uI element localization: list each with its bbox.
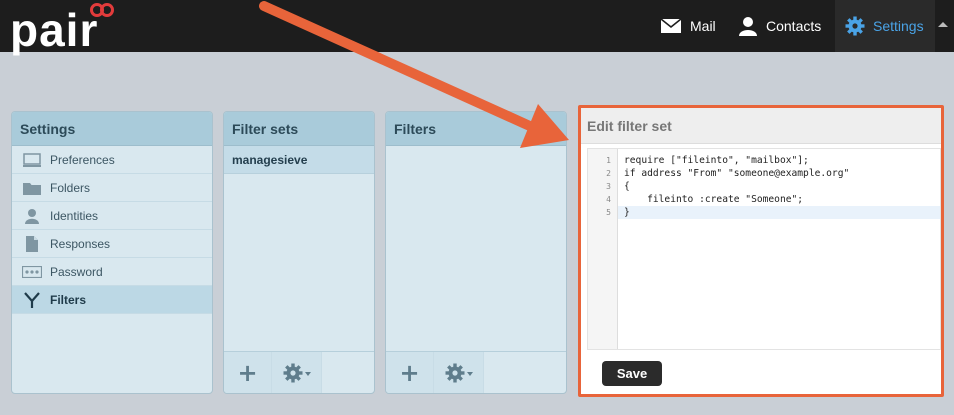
nav-contacts[interactable]: Contacts	[728, 0, 831, 52]
filter-actions-button[interactable]	[434, 352, 484, 393]
code-line: require ["fileinto", "mailbox"];	[624, 155, 809, 166]
settings-item-responses[interactable]: Responses	[12, 230, 212, 258]
settings-item-label: Responses	[50, 236, 111, 251]
gear-icon	[445, 363, 464, 383]
caret-up-icon[interactable]	[938, 22, 948, 27]
logo-text: pair	[10, 4, 99, 56]
document-icon	[22, 235, 42, 252]
nav-contacts-label: Contacts	[766, 18, 822, 34]
add-filter-button[interactable]: +	[386, 352, 434, 393]
settings-item-preferences[interactable]: Preferences	[12, 146, 212, 174]
code-line-active: }	[618, 206, 940, 219]
gear-icon	[283, 363, 302, 383]
filter-sets-panel-title: Filter sets	[224, 112, 374, 146]
person-icon	[22, 208, 42, 224]
settings-item-password[interactable]: Password	[12, 258, 212, 286]
top-bar: pair Mail Contacts Settings	[0, 0, 954, 56]
settings-panel: Settings Preferences Folders Identities …	[11, 111, 213, 394]
settings-item-label: Folders	[50, 180, 91, 195]
code-line: if address "From" "someone@example.org"	[624, 168, 850, 179]
filter-icon	[22, 291, 42, 308]
chevron-down-icon	[466, 372, 473, 376]
code-area[interactable]: require ["fileinto", "mailbox"]; if addr…	[618, 154, 940, 219]
settings-item-label: Filters	[50, 292, 87, 307]
settings-item-label: Preferences	[50, 152, 115, 167]
gear-icon	[845, 16, 865, 36]
plus-icon: +	[237, 359, 258, 387]
filter-sets-panel: Filter sets managesieve +	[223, 111, 375, 394]
save-button[interactable]: Save	[602, 361, 662, 386]
code-line: {	[624, 181, 630, 192]
filter-sets-footer: +	[224, 351, 374, 393]
add-filter-set-button[interactable]: +	[224, 352, 272, 393]
folder-icon	[22, 180, 42, 196]
line-number: 2	[606, 169, 611, 178]
mail-icon	[660, 18, 682, 33]
plus-icon: +	[399, 359, 420, 387]
line-number: 3	[606, 182, 611, 191]
settings-item-folders[interactable]: Folders	[12, 174, 212, 202]
line-number: 5	[606, 208, 611, 217]
nav-mail-label: Mail	[690, 18, 716, 34]
filters-panel-title: Filters	[386, 112, 566, 146]
chevron-down-icon	[304, 372, 311, 376]
sieve-code-editor[interactable]: 1 2 3 4 5 require ["fileinto", "mailbox"…	[587, 148, 941, 350]
nav-settings-label: Settings	[873, 18, 924, 34]
filters-footer: +	[386, 351, 566, 393]
settings-item-label: Password	[50, 264, 103, 279]
settings-item-identities[interactable]: Identities	[12, 202, 212, 230]
settings-item-label: Identities	[50, 208, 99, 223]
nav-mail[interactable]: Mail	[650, 0, 726, 52]
line-number: 4	[606, 195, 611, 204]
line-number-gutter: 1 2 3 4 5	[588, 149, 618, 349]
filter-set-actions-button[interactable]	[272, 352, 322, 393]
settings-panel-title: Settings	[12, 112, 212, 146]
code-line: fileinto :create "Someone";	[624, 194, 804, 205]
pair-logo[interactable]: pair	[10, 2, 120, 56]
filters-panel: Filters +	[385, 111, 567, 394]
password-icon	[22, 264, 42, 280]
nav-settings[interactable]: Settings	[835, 0, 935, 52]
edit-filter-set-title: Edit filter set	[581, 108, 941, 144]
person-icon	[739, 17, 757, 36]
filter-set-item-managesieve[interactable]: managesieve	[224, 146, 374, 174]
settings-item-filters[interactable]: Filters	[12, 286, 212, 314]
line-number: 1	[606, 156, 611, 165]
edit-filter-set-panel: Edit filter set 1 2 3 4 5 require ["file…	[578, 105, 944, 397]
monitor-icon	[22, 152, 42, 168]
